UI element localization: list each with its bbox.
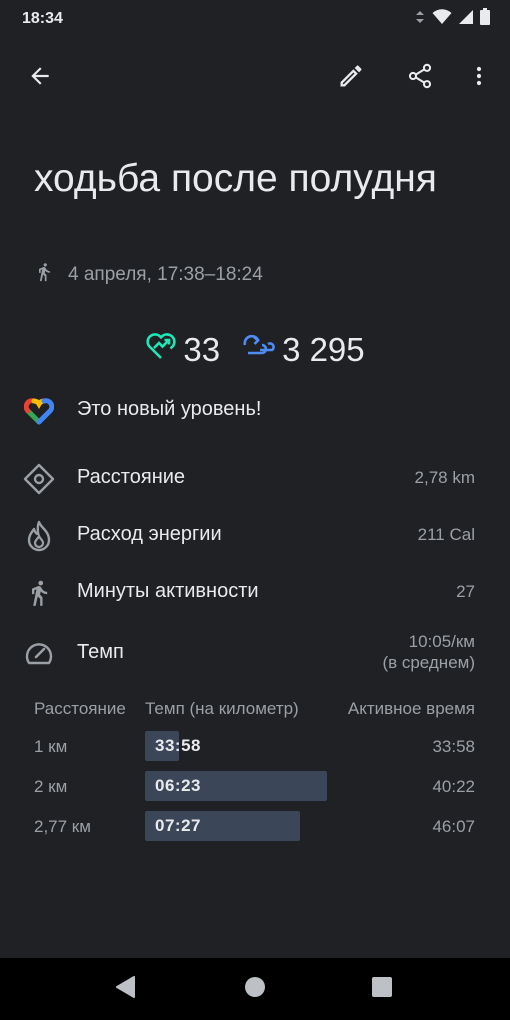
header-pace: Темп (на километр) <box>145 699 299 718</box>
split-active-time: 40:22 <box>432 777 475 796</box>
walking-icon <box>34 261 54 289</box>
pace-average-value: 10:05/км <box>408 632 475 651</box>
system-navigation-bar <box>0 958 510 1020</box>
wifi-icon <box>432 8 452 30</box>
move-minutes-label: Минуты активности <box>77 580 259 602</box>
move-minutes-value: 27 <box>456 582 475 601</box>
location-diamond-icon <box>22 462 56 496</box>
nav-back-button[interactable] <box>106 969 146 1009</box>
split-distance: 2,77 км <box>34 817 91 836</box>
pace-value: 10:05/км (в среднем) <box>382 631 475 673</box>
battery-icon <box>480 8 490 30</box>
table-row: 2,77 км 07:27 46:07 <box>0 811 510 841</box>
energy-label: Расход энергии <box>77 523 222 545</box>
more-vert-icon <box>467 63 491 94</box>
speedometer-icon <box>22 637 56 671</box>
energy-row: Расход энергии 211 Cal <box>0 515 510 555</box>
steps-value: 3 295 <box>282 331 365 368</box>
cell-signal-icon <box>458 9 474 30</box>
heart-points-value: 33 <box>183 331 221 368</box>
edit-button[interactable] <box>329 56 373 100</box>
split-pace: 07:27 <box>155 816 201 835</box>
table-row: 2 км 06:23 40:22 <box>0 771 510 801</box>
status-icons <box>414 8 490 30</box>
split-active-time: 33:58 <box>432 737 475 756</box>
header-active-time: Активное время <box>347 699 475 718</box>
energy-value: 211 Cal <box>417 525 475 544</box>
split-pace: 33:58 <box>155 736 201 755</box>
app-bar <box>0 50 510 106</box>
heart-points-icon <box>145 331 177 369</box>
status-time: 18:34 <box>22 10 63 27</box>
data-arrows-icon <box>414 10 426 29</box>
split-distance: 2 км <box>34 777 68 796</box>
splits-table-header: Расстояние Темп (на километр) Активное в… <box>0 699 510 721</box>
nav-home-button[interactable] <box>235 969 275 1009</box>
activity-title: ходьба после полудня <box>34 157 437 200</box>
walking-person-icon <box>22 576 56 610</box>
table-row: 1 км 33:58 33:58 <box>0 731 510 761</box>
circle-home-icon <box>244 976 266 1003</box>
more-options-button[interactable] <box>457 56 501 100</box>
activity-date-range: 4 апреля, 17:38–18:24 <box>68 264 263 285</box>
achievement-row: Это новый уровень! <box>0 390 510 430</box>
move-minutes-row: Минуты активности 27 <box>0 572 510 612</box>
nav-recents-button[interactable] <box>362 969 402 1009</box>
pace-average-note: (в среднем) <box>382 653 475 672</box>
back-button[interactable] <box>18 56 62 100</box>
distance-value: 2,78 km <box>414 468 475 487</box>
steps-icon <box>242 331 276 369</box>
split-active-time: 46:07 <box>432 817 475 836</box>
arrow-back-icon <box>27 63 53 94</box>
share-button[interactable] <box>398 56 442 100</box>
google-fit-logo-icon <box>22 394 56 428</box>
triangle-back-icon <box>115 975 137 1004</box>
heart-points-stat: 33 <box>145 331 220 369</box>
share-icon <box>406 62 434 95</box>
split-distance: 1 км <box>34 737 68 756</box>
square-recents-icon <box>371 976 393 1003</box>
status-bar: 18:34 <box>0 0 510 40</box>
header-distance: Расстояние <box>34 699 126 718</box>
activity-subtitle: 4 апреля, 17:38–18:24 <box>34 262 263 288</box>
activity-stats: 33 3 295 <box>0 328 510 372</box>
distance-label: Расстояние <box>77 466 186 488</box>
steps-stat: 3 295 <box>242 331 365 369</box>
distance-row: Расстояние 2,78 km <box>0 458 510 498</box>
flame-icon <box>22 519 56 553</box>
pencil-icon <box>337 62 365 95</box>
achievement-label: Это новый уровень! <box>77 398 262 420</box>
pace-label: Темп <box>77 641 124 663</box>
split-pace: 06:23 <box>155 776 201 795</box>
